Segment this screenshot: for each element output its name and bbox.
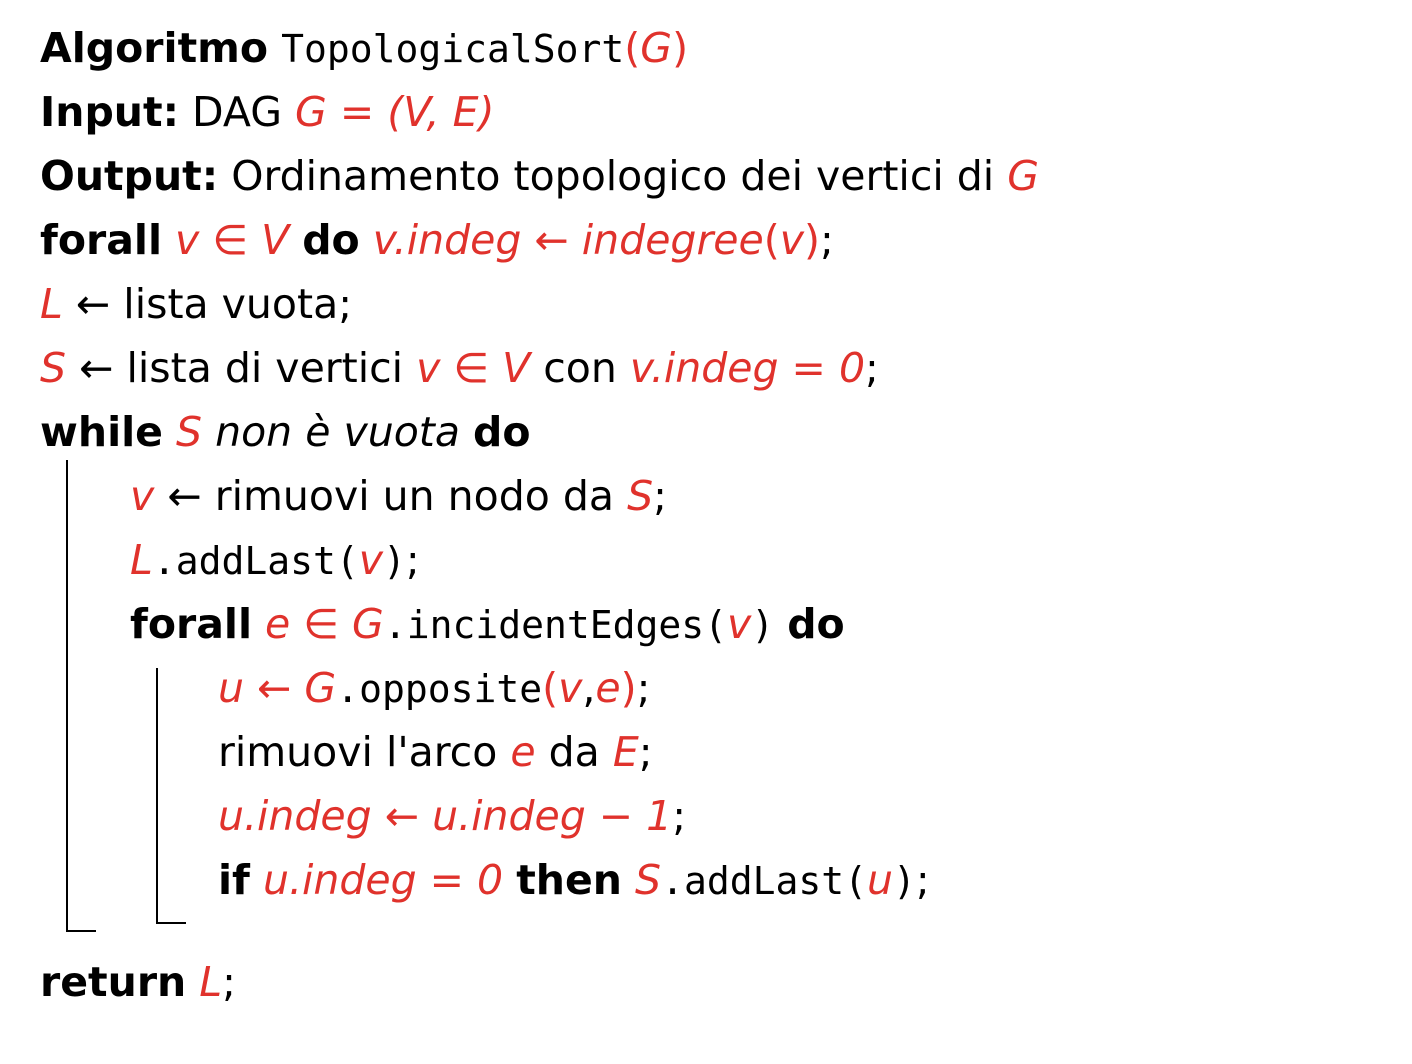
math-expression: v [779, 216, 805, 264]
code-text: rimuovi l'arco [218, 728, 498, 776]
code-line-return: return L; [40, 950, 236, 1014]
close-paren: ) [751, 603, 775, 647]
math-expression: v.indeg ← indegree [372, 216, 764, 264]
math-expression: v [558, 664, 583, 712]
code-line-init-l: L ← lista vuota; [40, 272, 352, 336]
algorithm-title: Algoritmo TopologicalSort(G) [40, 16, 688, 80]
then-keyword: then [516, 856, 622, 904]
code-line-addlast: L.addLast(v); [130, 528, 420, 592]
math-expression: u.indeg = 0 [262, 856, 504, 904]
while-condition: non è vuota [215, 408, 460, 456]
math-expression: u ← G [218, 664, 337, 712]
comma: , [582, 664, 596, 712]
math-expression: u.indeg ← u.indeg − 1 [218, 792, 673, 840]
param-g: G [640, 24, 673, 72]
code-line-init-s: S ← lista di vertici v ∈ V con v.indeg =… [40, 336, 879, 400]
code-text: lista vuota; [123, 280, 353, 328]
code-text: con [543, 344, 617, 392]
do-keyword: do [302, 216, 360, 264]
code-line-forall-edges: forall e ∈ G.incidentEdges(v) do [130, 592, 845, 656]
semicolon: ; [636, 664, 651, 712]
method-call: .addLast( [152, 539, 359, 583]
forall-block-bracket [156, 668, 186, 924]
semicolon: ; [638, 728, 653, 776]
math-expression: e ∈ G [265, 600, 384, 648]
output-math: G [1007, 152, 1040, 200]
math-expression: v [358, 536, 384, 584]
semicolon: ; [222, 958, 236, 1006]
input-text: DAG [192, 88, 282, 136]
algorithm-keyword: Algoritmo [40, 24, 269, 72]
semicolon: ; [915, 856, 930, 904]
input-math: G = (V, E) [295, 88, 495, 136]
while-keyword: while [40, 408, 163, 456]
method-call: .opposite [336, 667, 543, 711]
math-expression: L [130, 536, 153, 584]
semicolon: ; [653, 472, 667, 520]
math-expression: v [727, 600, 752, 648]
code-line-while: while S non è vuota do [40, 400, 531, 464]
assign-arrow: ← [167, 472, 202, 520]
close-paren: ) [804, 216, 821, 264]
algorithm-name: TopologicalSort [281, 27, 625, 71]
math-expression: v ∈ V [416, 344, 531, 392]
output-text: Ordinamento topologico dei vertici di [231, 152, 995, 200]
code-line-if: if u.indeg = 0 then S.addLast(u); [218, 848, 930, 912]
close-paren: ) [892, 859, 916, 903]
semicolon: ; [820, 216, 834, 264]
algorithm-block: Algoritmo TopologicalSort(G) Input: DAG … [40, 16, 1380, 1046]
method-call: .incidentEdges( [383, 603, 727, 647]
math-expression: S [176, 408, 203, 456]
math-expression: L [40, 280, 63, 328]
do-keyword: do [787, 600, 845, 648]
input-line: Input: DAG G = (V, E) [40, 80, 495, 144]
return-keyword: return [40, 958, 187, 1006]
do-keyword: do [473, 408, 531, 456]
if-keyword: if [218, 856, 250, 904]
forall-keyword: forall [130, 600, 252, 648]
code-line-remove: v ← rimuovi un nodo da S; [130, 464, 667, 528]
method-call: .addLast( [661, 859, 867, 903]
math-expression: E [612, 728, 639, 776]
math-expression: u [866, 856, 893, 904]
assign-arrow: ← [75, 280, 111, 328]
semicolon: ; [405, 536, 420, 584]
math-expression: S [635, 856, 662, 904]
code-line-decrement: u.indeg ← u.indeg − 1; [218, 784, 686, 848]
while-block-bracket [66, 460, 96, 932]
code-line-remove-edge: rimuovi l'arco e da E; [218, 720, 653, 784]
math-expression: e [595, 664, 621, 712]
close-paren: ) [620, 664, 637, 712]
semicolon: ; [672, 792, 687, 840]
code-line-opposite: u ← G.opposite(v,e); [218, 656, 650, 720]
open-paren: ( [542, 664, 559, 712]
math-expression: L [199, 958, 223, 1006]
code-text: rimuovi un nodo da [214, 472, 615, 520]
close-paren: ) [672, 24, 689, 72]
math-expression: e [510, 728, 536, 776]
code-line-forall-init: forall v ∈ V do v.indeg ← indegree(v); [40, 208, 834, 272]
code-text: lista di vertici [126, 344, 404, 392]
math-expression: S [627, 472, 654, 520]
math-expression: S [40, 344, 67, 392]
code-text: da [548, 728, 600, 776]
math-expression: v [130, 472, 155, 520]
output-line: Output: Ordinamento topologico dei verti… [40, 144, 1039, 208]
assign-arrow: ← [79, 344, 114, 392]
open-paren: ( [763, 216, 780, 264]
semicolon: ; [865, 344, 879, 392]
output-keyword: Output: [40, 152, 219, 200]
forall-keyword: forall [40, 216, 162, 264]
math-expression: v.indeg = 0 [629, 344, 866, 392]
open-paren: ( [624, 24, 641, 72]
math-expression: v ∈ V [175, 216, 290, 264]
close-paren: ) [383, 539, 406, 583]
input-keyword: Input: [40, 88, 179, 136]
